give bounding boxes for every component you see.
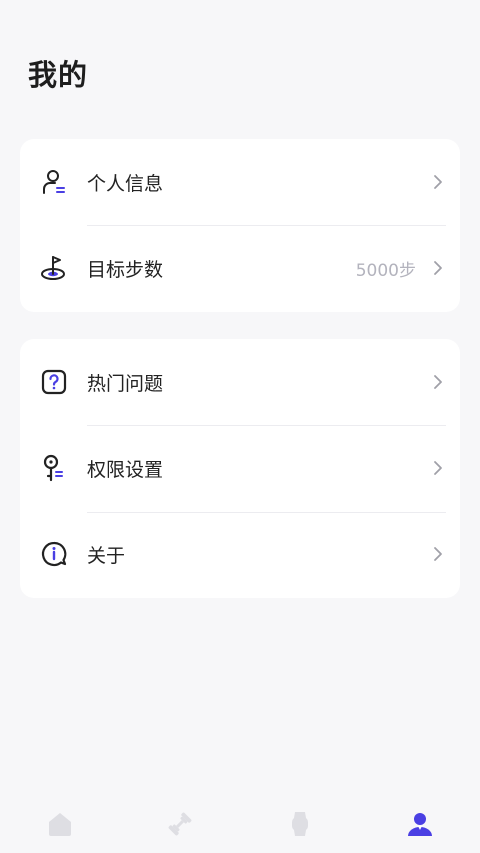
home-icon — [49, 812, 71, 836]
tab-watch[interactable] — [240, 794, 360, 853]
about-row[interactable]: 关于 — [20, 511, 460, 597]
settings-group-1: 个人信息 目标步数 5000步 — [20, 139, 460, 312]
watch-icon — [292, 811, 308, 836]
hot-questions-row[interactable]: 热门问题 — [20, 339, 460, 425]
page-title: 我的 — [28, 58, 89, 92]
profile-icon — [408, 812, 432, 836]
tab-fitness[interactable] — [120, 794, 240, 853]
permissions-row[interactable]: 权限设置 — [20, 425, 460, 511]
personal-info-row[interactable]: 个人信息 — [20, 139, 460, 225]
chevron-right-icon — [434, 547, 442, 561]
key-icon — [43, 454, 63, 482]
chevron-right-icon — [434, 375, 442, 389]
tab-home[interactable] — [0, 794, 120, 853]
chevron-right-icon — [434, 261, 442, 275]
about-label: 关于 — [87, 544, 126, 567]
chevron-right-icon — [434, 175, 442, 189]
tab-profile[interactable] — [360, 794, 480, 853]
target-steps-row[interactable]: 目标步数 5000步 — [20, 225, 460, 311]
target-flag-icon — [41, 256, 65, 280]
question-icon — [41, 369, 67, 395]
user-icon — [43, 170, 65, 194]
target-steps-label: 目标步数 — [87, 258, 164, 281]
chevron-right-icon — [434, 461, 442, 475]
bottom-tab-bar — [0, 794, 480, 853]
permissions-label: 权限设置 — [87, 458, 164, 481]
info-icon — [41, 541, 67, 567]
target-steps-value: 5000步 — [355, 260, 416, 281]
settings-group-2: 热门问题 权限设置 关于 — [20, 339, 460, 598]
personal-info-label: 个人信息 — [87, 172, 164, 195]
hot-questions-label: 热门问题 — [87, 372, 164, 395]
fitness-icon — [168, 812, 192, 835]
